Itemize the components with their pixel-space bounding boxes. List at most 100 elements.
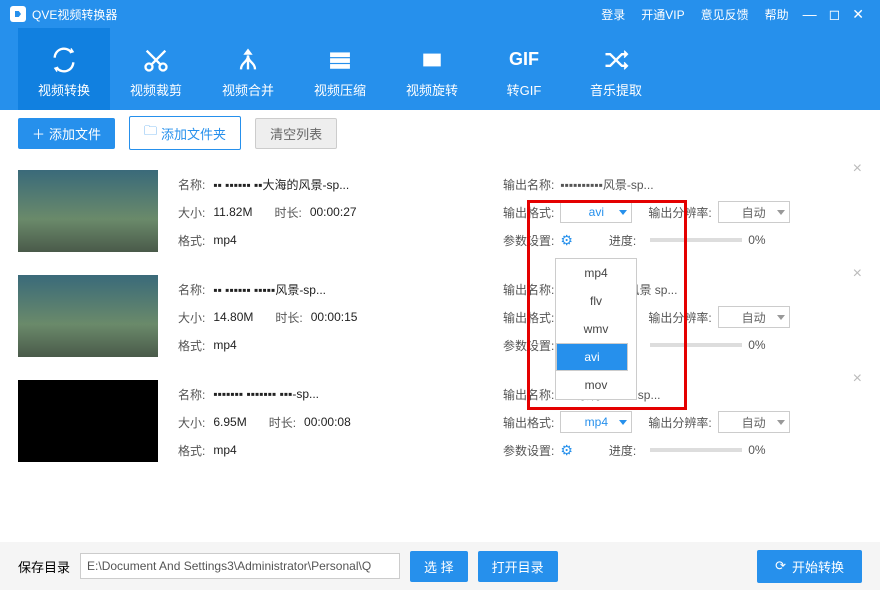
duration-value: 00:00:27 <box>310 205 357 219</box>
close-button[interactable]: ✕ <box>852 6 864 23</box>
dropdown-option[interactable]: wmv <box>556 315 636 343</box>
gear-icon[interactable]: ⚙ <box>560 232 573 249</box>
dropdown-option[interactable]: mp4 <box>556 259 636 287</box>
merge-icon <box>234 40 262 80</box>
nav-compress[interactable]: 视频压缩 <box>294 28 386 110</box>
size-label: 大小: <box>178 309 205 326</box>
name-value: ▪▪▪▪▪▪▪ ▪▪▪▪▪▪▪ ▪▪▪-sp... <box>213 387 319 401</box>
file-row: 名称: ▪▪ ▪▪▪▪▪▪ ▪▪大海的风景-sp... 大小: 11.82M 时长: 0… <box>18 156 862 261</box>
outres-label: 输出分辨率: <box>648 204 711 221</box>
convert-icon <box>50 40 78 80</box>
folder-icon: 🗀 <box>144 122 157 144</box>
app-title: QVE视频转换器 <box>32 6 117 23</box>
progress-bar <box>650 343 742 347</box>
outname-label: 输出名称: <box>503 176 554 193</box>
nav-merge[interactable]: 视频合并 <box>202 28 294 110</box>
progress-value: 0% <box>748 338 765 352</box>
remove-row-button[interactable]: × <box>853 370 862 388</box>
start-convert-button[interactable]: ⟳开始转换 <box>757 550 862 583</box>
nav-audio[interactable]: 音乐提取 <box>570 28 662 110</box>
params-label: 参数设置: <box>503 442 554 459</box>
refresh-icon: ⟳ <box>775 558 786 574</box>
size-value: 11.82M <box>213 205 252 219</box>
size-label: 大小: <box>178 414 205 431</box>
nav-gif[interactable]: GIF 转GIF <box>478 28 570 110</box>
help-link[interactable]: 帮助 <box>765 6 789 23</box>
file-row: 名称: ▪▪ ▪▪▪▪▪▪ ▪▪▪▪▪风景-sp... 大小: 14.80M 时长: 0… <box>18 261 862 366</box>
open-dir-button[interactable]: 打开目录 <box>478 551 558 582</box>
gear-icon[interactable]: ⚙ <box>560 442 573 459</box>
name-value: ▪▪ ▪▪▪▪▪▪ ▪▪大海的风景-sp... <box>213 176 349 193</box>
outname-value: ▪▪▪▪▪▪▪▪▪▪风景-sp... <box>560 176 653 193</box>
duration-label: 时长: <box>274 204 301 221</box>
thumbnail <box>18 170 158 252</box>
minimize-button[interactable]: — <box>803 6 817 22</box>
vip-link[interactable]: 开通VIP <box>641 6 684 23</box>
size-value: 6.95M <box>213 415 246 429</box>
nav-convert[interactable]: 视频转换 <box>18 28 110 110</box>
name-label: 名称: <box>178 386 205 403</box>
progress-bar <box>650 238 742 242</box>
size-label: 大小: <box>178 204 205 221</box>
outres-select[interactable]: 自动 <box>718 306 790 328</box>
outname-label: 输出名称: <box>503 386 554 403</box>
remove-row-button[interactable]: × <box>853 265 862 283</box>
size-value: 14.80M <box>213 310 253 324</box>
savedir-label: 保存目录 <box>18 557 70 576</box>
format-value: mp4 <box>213 338 236 352</box>
thumbnail <box>18 275 158 357</box>
name-label: 名称: <box>178 176 205 193</box>
progress-value: 0% <box>748 443 765 457</box>
progress-label: 进度: <box>609 232 636 249</box>
params-label: 参数设置: <box>503 337 554 354</box>
dropdown-option[interactable]: mov <box>556 371 636 399</box>
progress-value: 0% <box>748 233 765 247</box>
dropdown-option[interactable]: avi <box>556 343 628 371</box>
duration-label: 时长: <box>269 414 296 431</box>
shuffle-icon <box>602 40 630 80</box>
login-link[interactable]: 登录 <box>601 6 625 23</box>
savedir-input[interactable] <box>80 553 400 579</box>
outname-label: 输出名称: <box>503 281 554 298</box>
remove-row-button[interactable]: × <box>853 160 862 178</box>
outfmt-select[interactable]: avi <box>560 201 632 223</box>
duration-value: 00:00:15 <box>311 310 358 324</box>
format-dropdown[interactable]: mp4flvwmvavimov <box>555 258 637 400</box>
progress-bar <box>650 448 742 452</box>
outres-select[interactable]: 自动 <box>718 201 790 223</box>
dropdown-option[interactable]: flv <box>556 287 636 315</box>
thumbnail <box>18 380 158 462</box>
duration-value: 00:00:08 <box>304 415 351 429</box>
name-value: ▪▪ ▪▪▪▪▪▪ ▪▪▪▪▪风景-sp... <box>213 281 326 298</box>
params-label: 参数设置: <box>503 232 554 249</box>
file-row: 名称: ▪▪▪▪▪▪▪ ▪▪▪▪▪▪▪ ▪▪▪-sp... 大小: 6.95M 时长:… <box>18 366 862 471</box>
duration-label: 时长: <box>275 309 302 326</box>
format-value: mp4 <box>213 233 236 247</box>
nav-crop[interactable]: 视频裁剪 <box>110 28 202 110</box>
format-value: mp4 <box>213 443 236 457</box>
outres-label: 输出分辨率: <box>648 309 711 326</box>
format-label: 格式: <box>178 442 205 459</box>
clear-list-button[interactable]: 清空列表 <box>255 118 337 149</box>
feedback-link[interactable]: 意见反馈 <box>701 6 749 23</box>
nav-rotate[interactable]: 视频旋转 <box>386 28 478 110</box>
rotate-icon <box>418 40 446 80</box>
outres-select[interactable]: 自动 <box>718 411 790 433</box>
format-label: 格式: <box>178 337 205 354</box>
name-label: 名称: <box>178 281 205 298</box>
choose-dir-button[interactable]: 选 择 <box>410 551 468 582</box>
compress-icon <box>326 40 354 80</box>
add-file-button[interactable]: ＋添加文件 <box>18 118 115 149</box>
outfmt-label: 输出格式: <box>503 414 554 431</box>
gif-icon: GIF <box>509 40 539 80</box>
outfmt-label: 输出格式: <box>503 309 554 326</box>
outfmt-label: 输出格式: <box>503 204 554 221</box>
plus-icon: ＋ <box>32 124 45 143</box>
maximize-button[interactable]: ◻ <box>829 6 841 23</box>
add-folder-button[interactable]: 🗀添加文件夹 <box>129 116 241 150</box>
outfmt-select[interactable]: mp4 <box>560 411 632 433</box>
progress-label: 进度: <box>609 442 636 459</box>
outres-label: 输出分辨率: <box>648 414 711 431</box>
app-logo <box>10 6 26 22</box>
scissors-icon <box>142 40 170 80</box>
